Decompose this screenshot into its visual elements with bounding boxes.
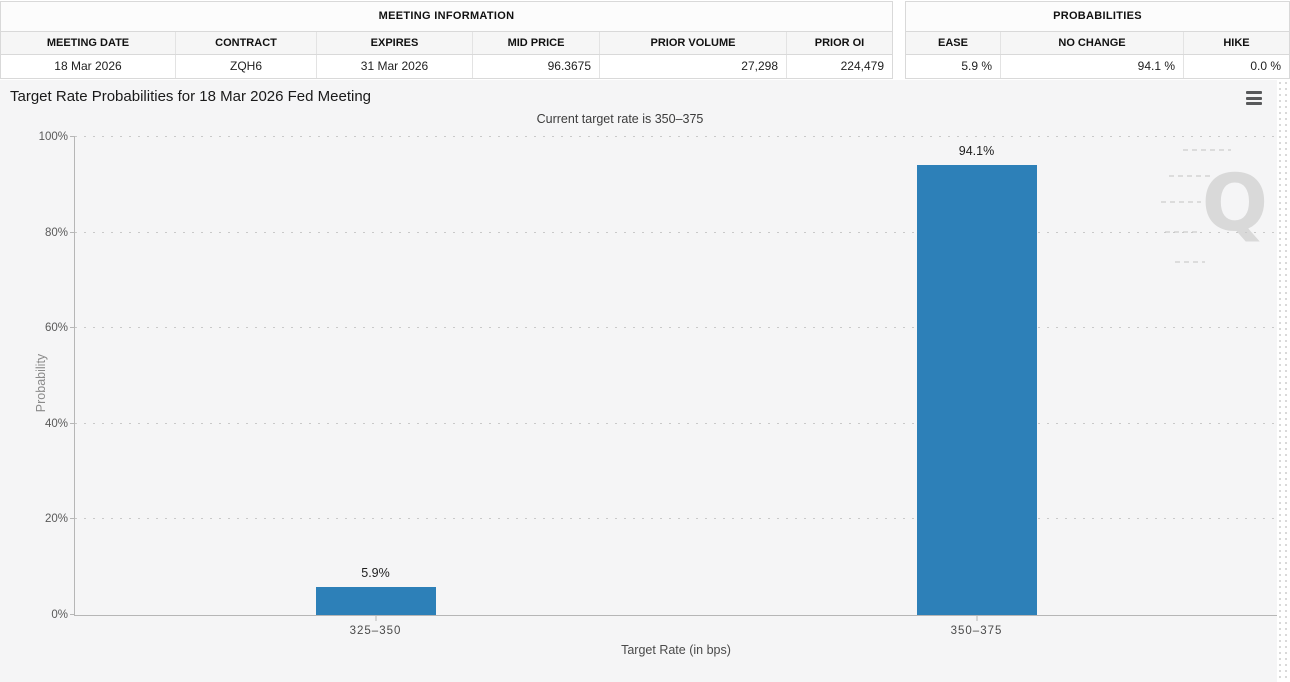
probabilities-table: PROBABILITIES EASE NO CHANGE HIKE 5.9 % … [905, 1, 1290, 79]
column-header: HIKE [1223, 37, 1250, 49]
probabilities-title: PROBABILITIES [906, 2, 1289, 32]
probabilities-value-row: 5.9 % 94.1 % 0.0 % [906, 55, 1289, 78]
meeting-date-value: 18 Mar 2026 [1, 55, 176, 78]
y-tick-label: 0% [51, 609, 68, 621]
bar-350–375 [916, 165, 1037, 615]
column-header: MID PRICE [473, 32, 600, 54]
column-header: EASE [906, 32, 1001, 54]
no-change-value: 94.1 % [1001, 55, 1184, 78]
y-tick-label: 20% [44, 513, 68, 526]
bar-value-label: 94.1% [958, 144, 995, 159]
y-tick-mark [70, 614, 75, 615]
plot-area: 0% 20% 40% 60% 80% 100% 5.9% 325–350 94.1% 350–37… [39, 131, 1277, 637]
chart-subtitle: Current target rate is 350–375 [536, 112, 704, 126]
meeting-information-header-row: MEETING DATE CONTRACT EXPIRES MID PRICE … [1, 32, 892, 55]
x-tick-label: 325–350 [349, 625, 402, 637]
bar-value-label: 5.9% [361, 565, 390, 580]
x-tick-mark [976, 615, 977, 621]
y-tick-label: 100% [38, 131, 68, 143]
meeting-information-table: MEETING INFORMATION MEETING DATE CONTRAC… [0, 1, 893, 79]
mid-price-value: 96.3675 [473, 55, 600, 78]
page-edge-pattern [1277, 80, 1290, 682]
y-tick-mark [70, 327, 75, 329]
column-header: NO CHANGE [1001, 32, 1184, 54]
prior-volume-value: 27,298 [600, 55, 787, 78]
expires-value: 31 Mar 2026 [317, 55, 473, 78]
fedwatch-page: MEETING INFORMATION MEETING DATE CONTRAC… [0, 0, 1290, 682]
y-tick-mark [70, 518, 75, 520]
y-tick-label: 40% [44, 417, 68, 430]
gridline-40 [75, 422, 1277, 424]
column-header: PRIOR VOLUME [600, 32, 787, 54]
gridline-60 [75, 327, 1277, 329]
meeting-information-title: MEETING INFORMATION [1, 2, 892, 32]
hamburger-menu-icon[interactable] [1246, 91, 1262, 105]
column-header: PRIOR OI [814, 37, 865, 49]
x-axis-title: Target Rate (in bps) [621, 643, 731, 657]
column-header: EXPIRES [317, 32, 473, 54]
y-axis-title: Probability [34, 353, 49, 413]
bar-slot-325–350: 5.9% [315, 137, 436, 615]
bar-325–350 [315, 586, 436, 615]
y-tick-label: 60% [44, 322, 68, 335]
y-tick-mark [70, 136, 75, 137]
ease-value: 5.9 % [906, 55, 1001, 78]
chart-title: Target Rate Probabilities for 18 Mar 202… [10, 88, 372, 105]
contract-value: ZQH6 [176, 55, 317, 78]
x-axis-line [74, 615, 1277, 616]
x-tick-label: 350–375 [950, 625, 1003, 637]
y-tick-mark [70, 422, 75, 424]
y-tick-label: 80% [44, 226, 68, 239]
probabilities-header-row: EASE NO CHANGE HIKE [906, 32, 1289, 55]
y-axis-line [74, 137, 75, 615]
meeting-information-value-row: 18 Mar 2026 ZQH6 31 Mar 2026 96.3675 27,… [1, 55, 892, 78]
column-header: CONTRACT [176, 32, 317, 54]
gridline-100 [75, 136, 1277, 137]
target-rate-chart-panel: Target Rate Probabilities for 18 Mar 202… [0, 80, 1277, 682]
hike-value: 0.0 % [1184, 55, 1289, 78]
column-header: MEETING DATE [1, 32, 176, 54]
prior-oi-value: 224,479 [787, 55, 892, 78]
bar-slot-350–375: 94.1% [916, 137, 1037, 615]
gridline-20 [75, 518, 1277, 520]
gridline-80 [75, 231, 1277, 233]
x-tick-mark [375, 615, 376, 621]
y-tick-mark [70, 231, 75, 233]
